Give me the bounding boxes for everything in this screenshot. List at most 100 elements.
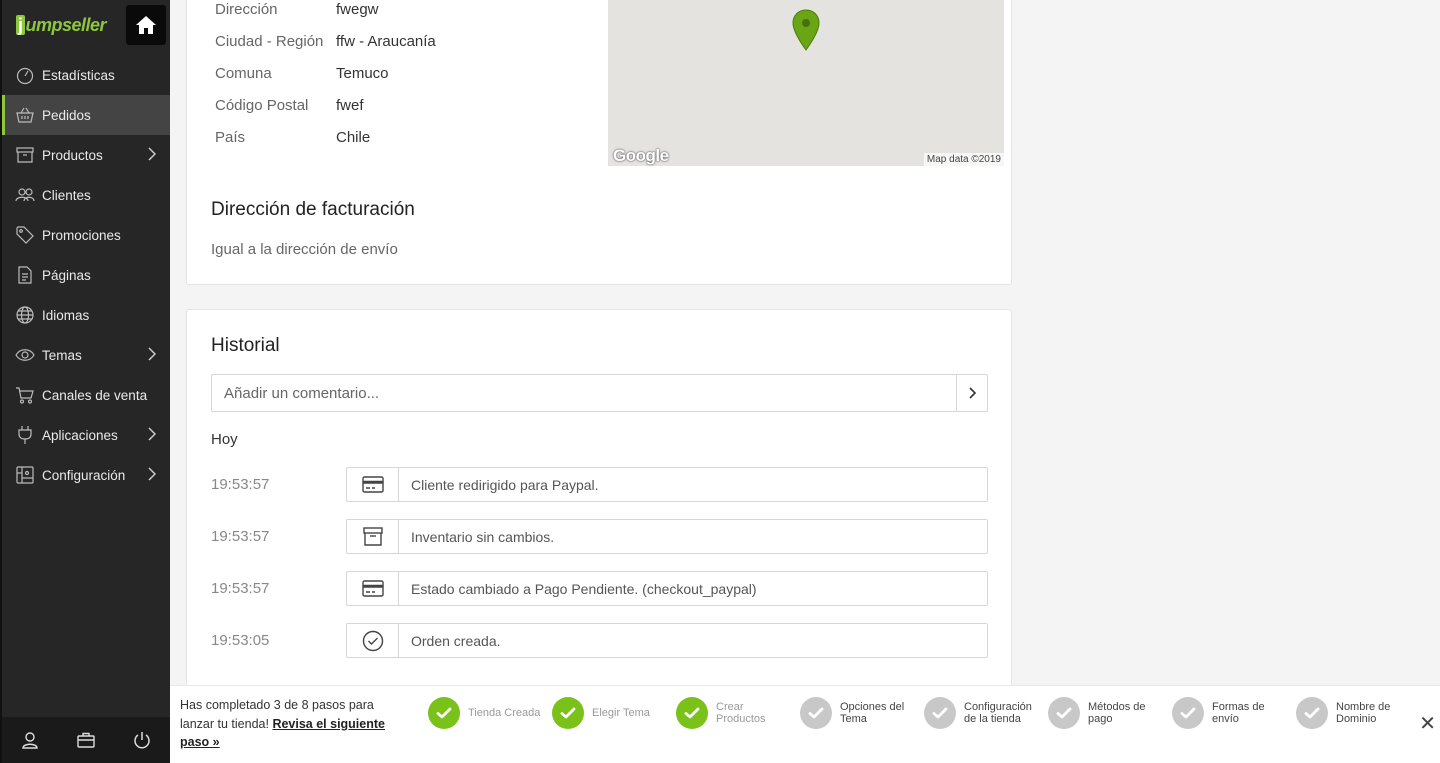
sidebar-item-configuracion[interactable]: Configuración [2,455,170,495]
address-row: Comuna Temuco [215,57,436,89]
sidebar-item-estadisticas[interactable]: Estadísticas [2,55,170,95]
address-card: Dirección fwegw Ciudad - Región ffw - Arauc… [186,0,1012,285]
event-box: Cliente redirigido para Paypal. [346,467,988,502]
event-text: Cliente redirigido para Paypal. [411,476,599,493]
home-button[interactable] [126,5,166,45]
sidebar-item-label: Temas [42,347,82,363]
comment-input[interactable] [212,375,956,411]
address-value: Chile [336,128,371,146]
sidebar-item-productos[interactable]: Productos [2,135,170,175]
onboarding-text: Has completado 3 de 8 pasos para lanzar … [180,696,400,752]
sidebar-item-label: Idiomas [42,307,90,323]
onboarding-step[interactable]: Nombre de Dominio [1296,697,1416,729]
onboarding-step[interactable]: Elegir Tema [552,697,672,729]
credit-card-icon [347,572,399,605]
briefcase-icon[interactable] [77,732,95,748]
chevron-right-icon [148,347,156,361]
address-row: Dirección fwegw [215,0,436,25]
map-pin-icon[interactable] [792,9,820,51]
event-time: 19:53:57 [211,580,270,597]
history-event: 19:53:57 Cliente redirigido para Paypal. [211,467,988,502]
user-icon[interactable] [21,731,39,749]
sidebar-nav: Estadísticas Pedidos Productos Clientes Prom… [2,55,170,495]
speedometer-icon [14,64,36,86]
address-table: Dirección fwegw Ciudad - Región ffw - Arauc… [215,0,436,153]
event-time: 19:53:57 [211,528,270,545]
onboarding-step[interactable]: Opciones del Tema [800,697,920,729]
onboarding-step[interactable]: Métodos de pago [1048,697,1168,729]
billing-title: Dirección de facturación [211,199,415,220]
sidebar-item-temas[interactable]: Temas [2,335,170,375]
comment-submit-button[interactable] [956,375,987,411]
onboarding-step-label: Formas de envío [1212,701,1265,725]
history-day-label: Hoy [211,431,238,448]
plug-icon [14,424,36,446]
sidebar-bottom-bar [2,717,170,763]
sidebar-item-idiomas[interactable]: Idiomas [2,295,170,335]
google-logo[interactable]: Google [613,146,669,166]
address-label: País [215,128,246,146]
event-time: 19:53:57 [211,476,270,493]
sidebar-item-aplicaciones[interactable]: Aplicaciones [2,415,170,455]
event-text: Orden creada. [411,632,501,649]
chevron-right-icon [148,147,156,161]
onboarding-step-label: Elegir Tema [592,707,650,719]
sidebar-item-label: Promociones [42,227,121,243]
onboarding-step-label: Nombre de Dominio [1336,701,1391,725]
sidebar-item-label: Productos [42,147,103,163]
logo[interactable]: j umpseller [16,14,107,36]
address-value: ffw - Araucanía [336,32,436,50]
check-circle-icon [924,697,956,729]
sidebar-item-promociones[interactable]: Promociones [2,215,170,255]
map[interactable]: Google Map data ©2019 [608,0,1004,166]
logo-text: umpseller [25,14,107,35]
logo-row: j umpseller [2,0,170,50]
onboarding-step[interactable]: Tienda Creada [428,697,548,729]
onboarding-bar: Has completado 3 de 8 pasos para lanzar … [170,685,1440,763]
event-box: Estado cambiado a Pago Pendiente. (check… [346,571,988,606]
check-circle-icon [1172,697,1204,729]
check-circle-icon [428,697,460,729]
history-title: Historial [211,335,280,356]
close-icon[interactable]: ✕ [1419,714,1436,734]
address-label: Comuna [215,64,272,82]
settings-icon [14,464,36,486]
chevron-right-icon [969,387,976,399]
onboarding-step[interactable]: Formas de envío [1172,697,1292,729]
billing-text: Igual a la dirección de envío [211,241,398,258]
check-circle-icon [1048,697,1080,729]
page-icon [14,264,36,286]
sidebar-item-label: Estadísticas [42,67,115,83]
event-text: Estado cambiado a Pago Pendiente. (check… [411,580,757,597]
history-card: Historial Hoy 19:53:57 Cliente redirigido… [186,309,1012,709]
map-attribution[interactable]: Map data ©2019 [923,153,1004,166]
event-time: 19:53:05 [211,632,270,649]
check-circle-icon [1296,697,1328,729]
onboarding-step[interactable]: Configuración de la tienda [924,697,1044,729]
credit-card-icon [347,468,399,501]
check-circle-icon [347,624,399,657]
globe-icon [14,304,36,326]
onboarding-step[interactable]: Crear Productos [676,697,796,729]
address-label: Ciudad - Región [215,32,324,50]
event-box: Inventario sin cambios. [346,519,988,554]
sidebar-item-canales-de-venta[interactable]: Canales de venta [2,375,170,415]
sidebar-item-pedidos[interactable]: Pedidos [2,95,170,135]
history-event: 19:53:57 Inventario sin cambios. [211,519,988,554]
address-row: País Chile [215,121,436,153]
onboarding-step-label: Crear Productos [716,701,766,725]
cart-icon [14,384,36,406]
address-label: Dirección [215,0,278,18]
sidebar-item-paginas[interactable]: Páginas [2,255,170,295]
onboarding-step-label: Opciones del Tema [840,701,905,725]
onboarding-step-label: Configuración de la tienda [964,701,1032,725]
address-row: Ciudad - Región ffw - Araucanía [215,25,436,57]
address-value: fwegw [336,0,379,18]
check-circle-icon [552,697,584,729]
archive-icon [347,520,399,553]
power-icon[interactable] [133,731,151,749]
sidebar-item-clientes[interactable]: Clientes [2,175,170,215]
sidebar-item-label: Pedidos [42,107,91,123]
box-icon [14,144,36,166]
onboarding-step-label: Tienda Creada [468,707,541,719]
